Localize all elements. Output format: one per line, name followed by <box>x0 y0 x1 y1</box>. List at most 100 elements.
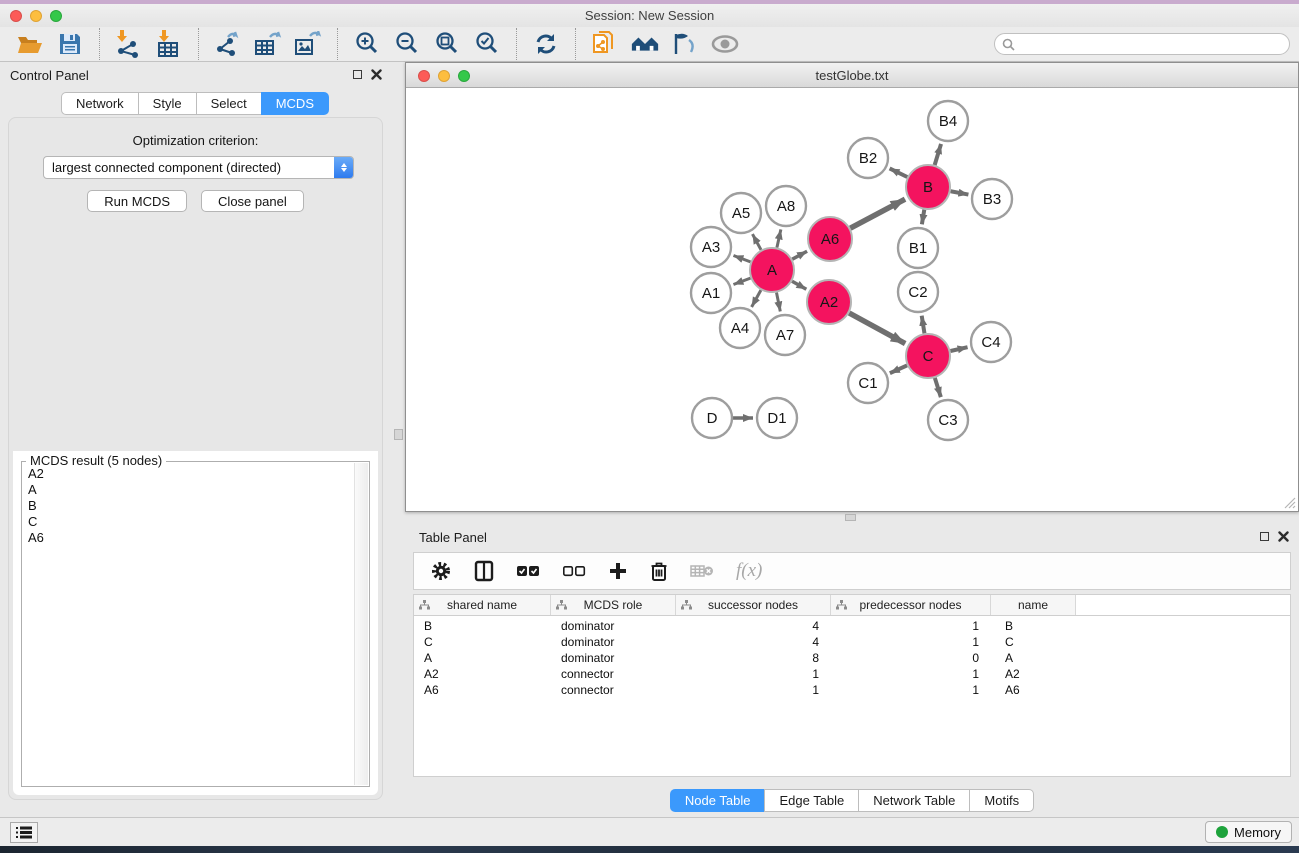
resize-grip-icon[interactable] <box>1283 496 1296 509</box>
graph-edge-A-A5[interactable] <box>752 234 761 250</box>
close-panel-button[interactable]: Close panel <box>201 190 304 212</box>
table-cell[interactable]: C <box>991 635 1076 649</box>
graph-node-C4[interactable]: C4 <box>971 322 1011 362</box>
zoom-in-icon[interactable] <box>352 29 382 59</box>
graph-node-A6[interactable]: A6 <box>808 217 852 261</box>
column-header-mcds-role[interactable]: MCDS role <box>551 595 676 615</box>
column-header-predecessor-nodes[interactable]: predecessor nodes <box>831 595 991 615</box>
table-cell[interactable]: A6 <box>414 683 551 697</box>
table-cell[interactable]: dominator <box>551 651 676 665</box>
table-cell[interactable]: dominator <box>551 619 676 633</box>
graph-edge-C-C2[interactable] <box>922 316 925 334</box>
select-all-rows-icon[interactable] <box>516 564 540 578</box>
open-file-icon[interactable] <box>15 29 45 59</box>
table-cell[interactable]: 4 <box>676 619 831 633</box>
mcds-result-list[interactable]: A2ABCA6 <box>24 466 353 784</box>
close-panel-icon[interactable] <box>371 69 382 80</box>
network-window-titlebar[interactable]: testGlobe.txt <box>406 63 1298 88</box>
table-row[interactable]: A2connector11A2 <box>414 666 1290 682</box>
graph-node-A[interactable]: A <box>750 248 794 292</box>
graph-edge-A-A6[interactable] <box>792 251 807 259</box>
horizontal-splitter-handle[interactable] <box>845 514 856 521</box>
graph-node-A1[interactable]: A1 <box>691 273 731 313</box>
search-input[interactable] <box>1015 37 1289 51</box>
table-cell[interactable]: C <box>414 635 551 649</box>
table-cell[interactable]: 1 <box>676 683 831 697</box>
zoom-out-icon[interactable] <box>392 29 422 59</box>
graph-edge-A2-C[interactable] <box>849 313 905 344</box>
table-cell[interactable]: connector <box>551 683 676 697</box>
show-all-networks-icon[interactable] <box>630 29 660 59</box>
export-table-icon[interactable] <box>253 29 283 59</box>
graph-node-C1[interactable]: C1 <box>848 363 888 403</box>
graph-node-D[interactable]: D <box>692 398 732 438</box>
table-cell[interactable]: 1 <box>831 619 991 633</box>
table-cell[interactable]: 1 <box>676 667 831 681</box>
import-table-icon[interactable] <box>154 29 184 59</box>
table-cell[interactable]: A2 <box>414 667 551 681</box>
float-panel-icon[interactable] <box>353 70 362 79</box>
add-column-icon[interactable] <box>608 561 628 581</box>
memory-button[interactable]: Memory <box>1205 821 1292 843</box>
graph-node-B[interactable]: B <box>906 165 950 209</box>
graph-node-A5[interactable]: A5 <box>721 193 761 233</box>
zoom-fit-icon[interactable] <box>432 29 462 59</box>
column-header-shared-name[interactable]: shared name <box>414 595 551 615</box>
table-cell[interactable]: A <box>414 651 551 665</box>
graph-edge-A-A7[interactable] <box>777 293 781 312</box>
graph-node-C2[interactable]: C2 <box>898 272 938 312</box>
column-header-successor-nodes[interactable]: successor nodes <box>676 595 831 615</box>
graph-node-B3[interactable]: B3 <box>972 179 1012 219</box>
table-cell[interactable]: 1 <box>831 683 991 697</box>
table-row[interactable]: Cdominator41C <box>414 634 1290 650</box>
table-cell[interactable]: 0 <box>831 651 991 665</box>
show-graphics-details-icon[interactable] <box>710 29 740 59</box>
run-mcds-button[interactable]: Run MCDS <box>87 190 187 212</box>
graph-node-A7[interactable]: A7 <box>765 315 805 355</box>
gear-icon[interactable] <box>430 560 452 582</box>
refresh-icon[interactable] <box>531 29 561 59</box>
tab-select[interactable]: Select <box>196 92 261 115</box>
graph-node-C[interactable]: C <box>906 334 950 378</box>
graph-edge-A-A4[interactable] <box>752 290 761 307</box>
graph-edge-A-A1[interactable] <box>733 278 750 284</box>
save-session-icon[interactable] <box>55 29 85 59</box>
delete-column-icon[interactable] <box>650 561 668 582</box>
graph-node-A4[interactable]: A4 <box>720 308 760 348</box>
graph-edge-A6-B[interactable] <box>850 199 905 228</box>
table-cell[interactable]: 8 <box>676 651 831 665</box>
vertical-splitter-handle[interactable] <box>394 429 403 440</box>
table-cell[interactable]: dominator <box>551 635 676 649</box>
table-cell[interactable]: B <box>991 619 1076 633</box>
mcds-result-item[interactable]: B <box>24 498 353 514</box>
tab-motifs[interactable]: Motifs <box>969 789 1034 812</box>
import-network-icon[interactable] <box>114 29 144 59</box>
mcds-result-item[interactable]: A <box>24 482 353 498</box>
graph-edge-B-B2[interactable] <box>890 168 908 177</box>
table-row[interactable]: A6connector11A6 <box>414 682 1290 698</box>
graph-edge-B-B4[interactable] <box>935 144 941 165</box>
tab-edge-table[interactable]: Edge Table <box>764 789 858 812</box>
zoom-selected-icon[interactable] <box>472 29 502 59</box>
column-layout-icon[interactable] <box>474 560 494 582</box>
graph-edge-A-A3[interactable] <box>733 255 750 261</box>
table-cell[interactable]: 1 <box>831 635 991 649</box>
export-network-icon[interactable] <box>213 29 243 59</box>
graph-edge-A-A8[interactable] <box>777 229 781 247</box>
graph-node-A3[interactable]: A3 <box>691 227 731 267</box>
mcds-result-item[interactable]: A6 <box>24 530 353 546</box>
tab-network[interactable]: Network <box>61 92 138 115</box>
task-history-button[interactable] <box>10 822 38 843</box>
graph-edge-C-C1[interactable] <box>890 365 907 373</box>
tab-mcds[interactable]: MCDS <box>261 92 329 115</box>
table-cell[interactable]: 1 <box>831 667 991 681</box>
network-canvas[interactable]: AA1A2A3A4A5A6A7A8BB1B2B3B4CC1C2C3C4DD1 <box>406 88 1298 511</box>
graph-node-B2[interactable]: B2 <box>848 138 888 178</box>
table-row[interactable]: Adominator80A <box>414 650 1290 666</box>
tab-node-table[interactable]: Node Table <box>670 789 765 812</box>
graph-node-B4[interactable]: B4 <box>928 101 968 141</box>
new-network-from-selection-icon[interactable] <box>590 29 620 59</box>
search-field[interactable] <box>994 33 1290 55</box>
table-cell[interactable]: A <box>991 651 1076 665</box>
hide-graphics-details-icon[interactable] <box>670 29 700 59</box>
